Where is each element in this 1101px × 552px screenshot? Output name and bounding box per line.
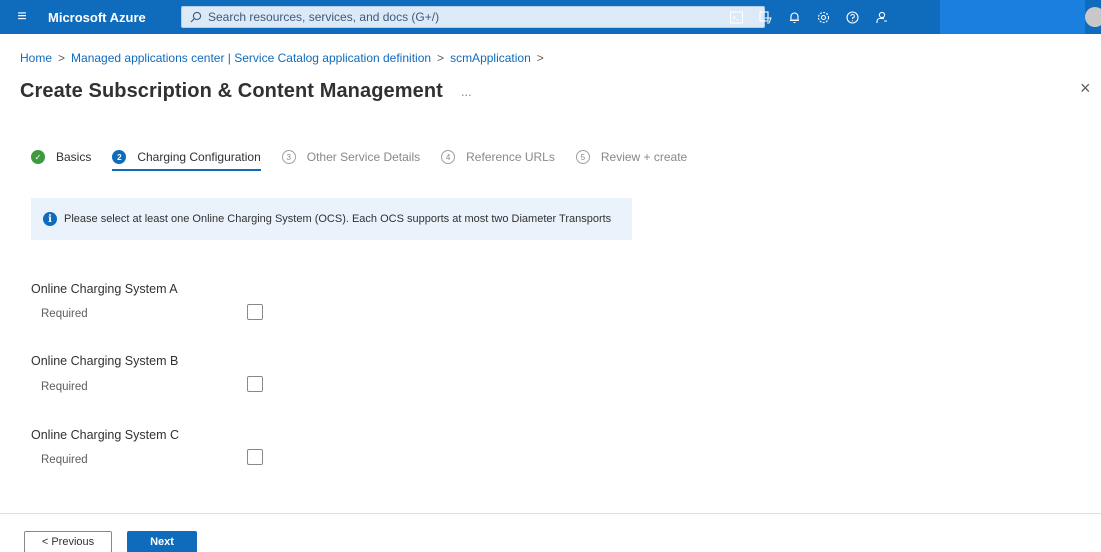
directory-filter-icon[interactable] [751, 0, 780, 34]
step-label: Basics [56, 150, 92, 164]
ocs-a-checkbox[interactable] [247, 304, 263, 320]
search-input[interactable]: Search resources, services, and docs (G+… [181, 6, 765, 28]
step-label: Charging Configuration [137, 150, 261, 164]
wizard-steps: ✓ Basics 2 Charging Configuration 3 Othe… [31, 146, 708, 171]
ocs-a-label: Online Charging System A [31, 282, 178, 296]
ocs-c-checkbox[interactable] [247, 449, 263, 465]
step-number: 5 [575, 150, 590, 164]
ocs-c-required: Required [41, 454, 88, 466]
breadcrumb: Home > Managed applications center | Ser… [20, 51, 544, 65]
ocs-b-label: Online Charging System B [31, 354, 179, 368]
step-label: Reference URLs [466, 150, 555, 164]
step-number: 4 [441, 150, 456, 164]
tab-basics[interactable]: ✓ Basics [31, 146, 91, 168]
ocs-a-required: Required [41, 308, 88, 320]
tab-other-service-details[interactable]: 3 Other Service Details [281, 146, 421, 168]
tab-reference-urls[interactable]: 4 Reference URLs [441, 146, 555, 168]
breadcrumb-scm-application[interactable]: scmApplication [450, 51, 531, 65]
step-number: 3 [281, 150, 296, 164]
check-icon: ✓ [31, 150, 45, 164]
tab-review-create[interactable]: 5 Review + create [575, 146, 688, 168]
avatar[interactable] [1085, 7, 1101, 27]
page-title: Create Subscription & Content Management [20, 80, 443, 102]
hamburger-icon[interactable]: ≡ [0, 0, 44, 34]
step-label: Other Service Details [306, 150, 421, 164]
more-options-icon[interactable]: ... [461, 84, 472, 99]
feedback-icon[interactable] [867, 0, 896, 34]
breadcrumb-home[interactable]: Home [20, 51, 52, 65]
next-button[interactable]: Next [127, 531, 197, 552]
account-area[interactable] [940, 0, 1085, 34]
top-icons [722, 0, 896, 34]
info-banner: i Please select at least one Online Char… [31, 198, 632, 240]
breadcrumb-separator: > [58, 51, 66, 65]
search-placeholder: Search resources, services, and docs (G+… [208, 10, 440, 24]
footer-divider [0, 513, 1101, 514]
close-icon[interactable]: × [1080, 78, 1091, 99]
info-icon: i [43, 212, 57, 226]
search-icon [190, 11, 202, 23]
title-row: Create Subscription & Content Management… [20, 80, 472, 103]
help-icon[interactable] [838, 0, 867, 34]
previous-button[interactable]: < Previous [24, 531, 112, 552]
step-label: Review + create [600, 150, 688, 164]
ocs-b-checkbox[interactable] [247, 376, 263, 392]
info-text: Please select at least one Online Chargi… [64, 213, 612, 225]
breadcrumb-managed-apps[interactable]: Managed applications center | Service Ca… [71, 51, 431, 65]
settings-icon[interactable] [809, 0, 838, 34]
notifications-icon[interactable] [780, 0, 809, 34]
ocs-c-label: Online Charging System C [31, 428, 179, 442]
ocs-b-required: Required [41, 381, 88, 393]
cloud-shell-icon[interactable] [722, 0, 751, 34]
step-number: 2 [112, 150, 127, 164]
brand-link[interactable]: Microsoft Azure [48, 10, 166, 25]
tab-charging-configuration[interactable]: 2 Charging Configuration [112, 146, 262, 171]
breadcrumb-separator: > [536, 51, 544, 65]
breadcrumb-separator: > [437, 51, 445, 65]
